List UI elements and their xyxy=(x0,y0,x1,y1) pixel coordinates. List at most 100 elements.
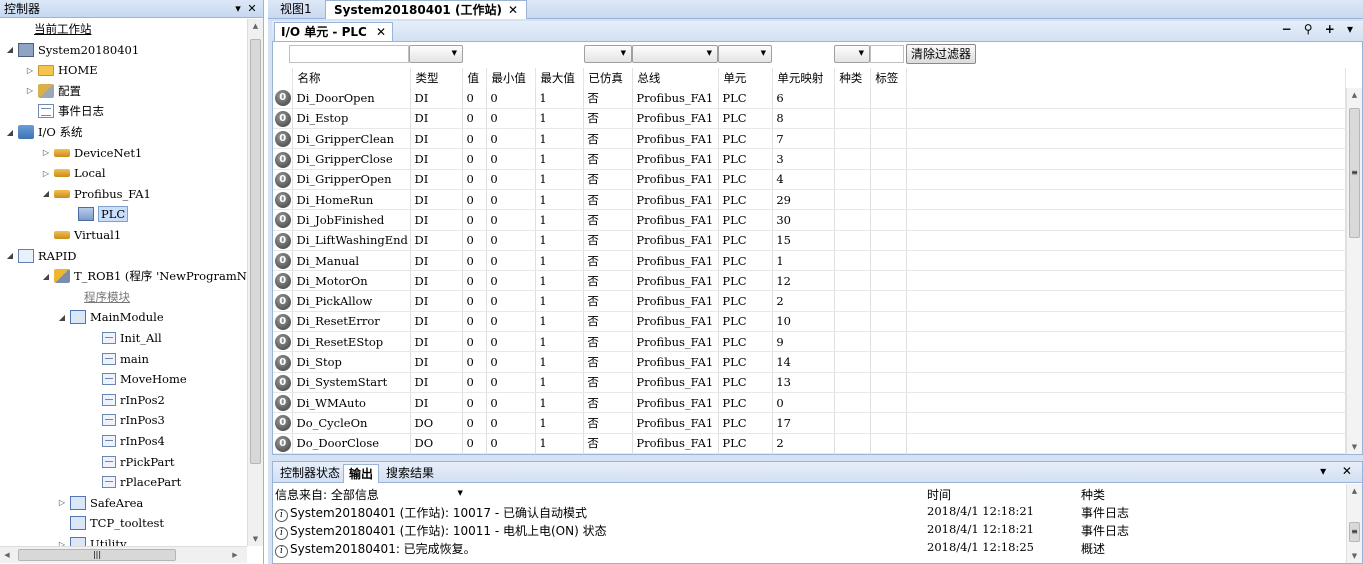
column-header[interactable]: 最大值 xyxy=(535,68,585,88)
tree-item-2[interactable]: ▷ HOME xyxy=(24,60,98,80)
column-header[interactable]: 名称 xyxy=(292,68,412,88)
signal-icon-cell[interactable]: 0 xyxy=(273,351,294,373)
unit-filter-select[interactable] xyxy=(718,45,772,63)
table-row[interactable]: 0 Di_PickAllow DI 0 0 1 否 Profibus_FA1 PLC 2 xyxy=(273,290,1346,312)
signal-value-icon[interactable]: 0 xyxy=(274,435,291,452)
table-row[interactable]: 0 Di_Manual DI 0 0 1 否 Profibus_FA1 PLC 1 xyxy=(273,250,1346,272)
scroll-left-icon[interactable]: ◀ xyxy=(0,547,14,564)
signal-value-icon[interactable]: 0 xyxy=(274,151,291,168)
output-vertical-scrollbar[interactable]: ▲ ≡ ▼ xyxy=(1346,484,1362,563)
tree-item-21[interactable]: rPickPart xyxy=(88,452,175,472)
simulated-filter-select[interactable] xyxy=(584,45,632,63)
source-select[interactable]: 全部信息 xyxy=(331,486,463,503)
type-filter-select[interactable] xyxy=(409,45,463,63)
tree-vertical-scrollbar[interactable]: ▲ ▼ xyxy=(247,19,263,546)
table-row[interactable]: 0 Di_Stop DI 0 0 1 否 Profibus_FA1 PLC 14 xyxy=(273,351,1346,373)
signal-value-icon[interactable]: 0 xyxy=(274,293,291,310)
tab-view1[interactable]: 视图1 xyxy=(272,0,320,19)
tab-station[interactable]: System20180401 (工作站) ✕ xyxy=(325,0,527,19)
column-header[interactable]: 最小值 xyxy=(486,68,537,88)
collapse-arrow-icon[interactable]: ◢ xyxy=(4,45,16,54)
tree-item-5[interactable]: ◢ I/O 系统 xyxy=(4,122,83,142)
tree-item-10[interactable]: Virtual1 xyxy=(40,225,121,245)
column-header[interactable]: 标签 xyxy=(870,68,908,88)
close-icon[interactable]: ✕ xyxy=(508,3,518,17)
expand-arrow-icon[interactable]: ▷ xyxy=(24,66,36,75)
signal-value-icon[interactable]: 0 xyxy=(274,273,291,290)
signal-icon-cell[interactable]: 0 xyxy=(273,230,294,251)
tree-item-24[interactable]: TCP_tooltest xyxy=(56,513,164,533)
scroll-thumb[interactable] xyxy=(250,39,261,464)
signal-value-icon[interactable]: 0 xyxy=(274,415,291,432)
message-row[interactable]: i System20180401: 已完成恢复。 2018/4/1 12:18:25… xyxy=(273,540,1346,558)
tree-item-11[interactable]: ◢ RAPID xyxy=(4,246,76,266)
tree-item-15[interactable]: Init_All xyxy=(88,328,162,348)
column-header[interactable]: 总线 xyxy=(632,68,720,88)
scroll-down-icon[interactable]: ▼ xyxy=(1347,549,1362,563)
column-header[interactable]: 种类 xyxy=(834,68,872,88)
signal-icon-cell[interactable]: 0 xyxy=(273,270,294,292)
table-row[interactable]: 0 Di_JobFinished DI 0 0 1 否 Profibus_FA1 PLC 30 xyxy=(273,209,1346,231)
expand-arrow-icon[interactable]: ▷ xyxy=(40,148,52,157)
scroll-down-icon[interactable]: ▼ xyxy=(1347,440,1362,454)
table-row[interactable]: 0 Di_SystemStart DI 0 0 1 否 Profibus_FA1 PLC 13 xyxy=(273,372,1346,393)
signal-icon-cell[interactable]: 0 xyxy=(273,372,294,393)
signal-icon-cell[interactable]: 0 xyxy=(273,392,294,414)
column-header[interactable]: 类型 xyxy=(410,68,464,88)
tree-item-13[interactable]: 程序模块 xyxy=(72,287,130,307)
signal-icon-cell[interactable]: 0 xyxy=(273,189,294,211)
table-row[interactable]: 0 Di_HomeRun DI 0 0 1 否 Profibus_FA1 PLC 29 xyxy=(273,189,1346,211)
collapse-arrow-icon[interactable]: ◢ xyxy=(4,128,16,137)
tree-item-14[interactable]: ◢ MainModule xyxy=(56,307,164,327)
tree-item-4[interactable]: 事件日志 xyxy=(24,101,104,121)
signal-icon-cell[interactable]: 0 xyxy=(273,290,294,312)
signal-value-icon[interactable]: 0 xyxy=(274,212,291,229)
close-icon[interactable]: ✕ xyxy=(376,25,386,39)
signal-value-icon[interactable]: 0 xyxy=(274,313,291,330)
table-row[interactable]: 0 Di_ResetError DI 0 0 1 否 Profibus_FA1 PLC 10 xyxy=(273,311,1346,333)
table-row[interactable]: 0 Di_GripperClean DI 0 0 1 否 Profibus_FA1 PLC 7 xyxy=(273,128,1346,150)
tree-item-22[interactable]: rPlacePart xyxy=(88,472,181,492)
signal-value-icon[interactable]: 0 xyxy=(274,253,291,270)
signal-value-icon[interactable]: 0 xyxy=(274,334,291,351)
tree-item-9[interactable]: PLC xyxy=(64,204,129,224)
tab-search-results[interactable]: 搜索结果 xyxy=(381,464,439,483)
scroll-up-icon[interactable]: ▲ xyxy=(1347,484,1362,498)
tree-item-8[interactable]: ◢ Profibus_FA1 xyxy=(40,184,151,204)
table-row[interactable]: 0 Di_DoorOpen DI 0 0 1 否 Profibus_FA1 PLC 6 xyxy=(273,88,1346,109)
signal-value-icon[interactable]: 0 xyxy=(274,90,291,107)
clear-filter-button[interactable]: 清除过滤器 xyxy=(906,44,977,64)
expand-arrow-icon[interactable]: ▷ xyxy=(40,169,52,178)
scroll-thumb[interactable]: ≡ xyxy=(1349,522,1360,542)
expand-arrow-icon[interactable]: ▷ xyxy=(24,86,36,95)
tree-item-25[interactable]: ▷ Utility xyxy=(56,534,126,546)
tree-item-23[interactable]: ▷ SafeArea xyxy=(56,493,143,513)
category-filter-select[interactable] xyxy=(834,45,870,63)
table-row[interactable]: 0 Di_ResetEStop DI 0 0 1 否 Profibus_FA1 PLC 9 xyxy=(273,331,1346,353)
signal-value-icon[interactable]: 0 xyxy=(274,232,291,249)
signal-icon-cell[interactable]: 0 xyxy=(273,88,294,109)
close-icon[interactable]: ✕ xyxy=(245,2,259,15)
table-row[interactable]: 0 Di_MotorOn DI 0 0 1 否 Profibus_FA1 PLC 12 xyxy=(273,270,1346,292)
signal-value-icon[interactable]: 0 xyxy=(274,192,291,209)
collapse-arrow-icon[interactable]: ◢ xyxy=(40,272,52,281)
tree-item-12[interactable]: ◢ T_ROB1 (程序 'NewProgramNa xyxy=(40,266,247,286)
signal-value-icon[interactable]: 0 xyxy=(274,374,291,391)
column-header[interactable]: 单元 xyxy=(718,68,774,88)
tree-item-19[interactable]: rInPos3 xyxy=(88,410,165,430)
column-header[interactable]: 值 xyxy=(462,68,488,88)
source-filter[interactable]: 信息来自: 全部信息 xyxy=(275,486,463,503)
table-row[interactable]: 0 Do_CycleOn DO 0 0 1 否 Profibus_FA1 PLC 17 xyxy=(273,412,1346,434)
table-row[interactable]: 0 Di_WMAuto DI 0 0 1 否 Profibus_FA1 PLC 0 xyxy=(273,392,1346,414)
message-row[interactable]: i System20180401 (工作站): 10017 - 已确认自动模式 20… xyxy=(273,504,1346,522)
tree-item-7[interactable]: ▷ Local xyxy=(40,163,106,183)
signal-icon-cell[interactable]: 0 xyxy=(273,331,294,353)
scroll-thumb[interactable]: ||| xyxy=(18,549,176,561)
tree-item-0[interactable]: 当前工作站 xyxy=(22,19,92,39)
bus-filter-select[interactable] xyxy=(632,45,718,63)
signal-icon-cell[interactable]: 0 xyxy=(273,250,294,272)
signal-icon-cell[interactable]: 0 xyxy=(273,169,294,190)
tab-io-unit-plc[interactable]: I/O 单元 - PLC ✕ xyxy=(274,22,394,41)
scroll-up-icon[interactable]: ▲ xyxy=(1347,88,1362,102)
table-row[interactable]: 0 Di_GripperOpen DI 0 0 1 否 Profibus_FA1 PLC 4 xyxy=(273,169,1346,190)
